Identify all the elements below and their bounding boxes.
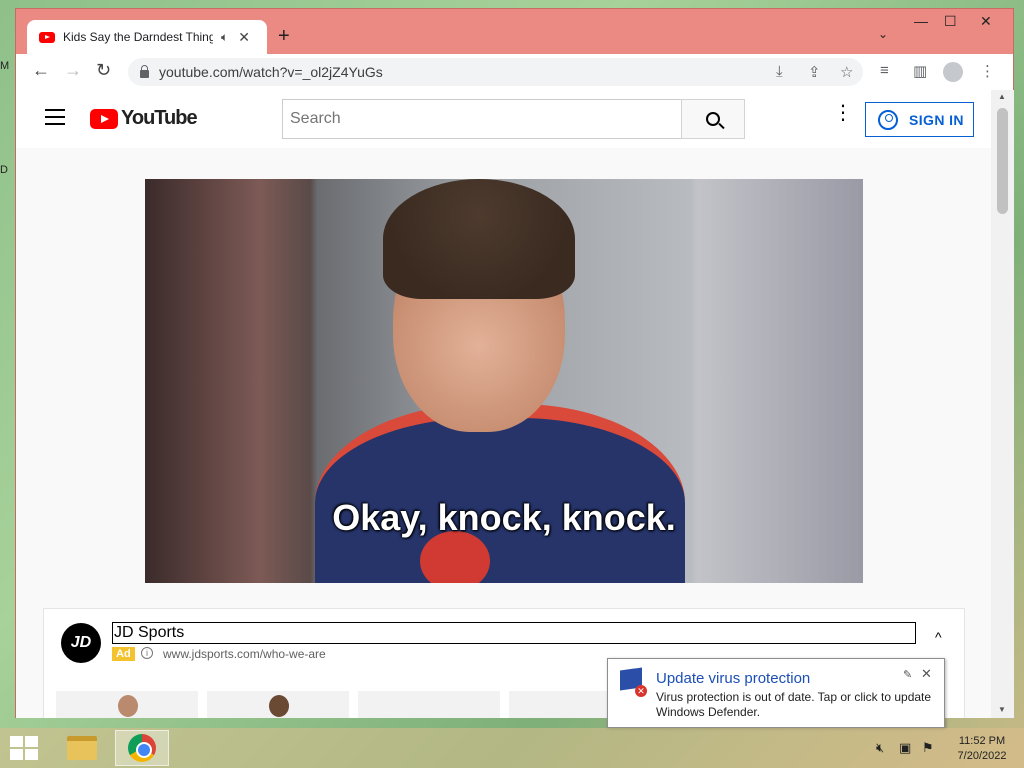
youtube-favicon-icon <box>39 31 55 43</box>
page-scrollbar[interactable]: ▲ ▼ <box>991 90 1014 718</box>
ad-product-thumbnail[interactable] <box>56 691 198 718</box>
browser-toolbar: ← → ↻ youtube.com/watch?v=_ol2jZ4YuGs ⤓ … <box>16 54 1013 90</box>
speaker-icon[interactable]: 🔈︎ <box>221 30 228 45</box>
new-tab-button[interactable]: + <box>278 25 290 48</box>
notification-body[interactable]: Virus protection is out of date. Tap or … <box>656 690 938 720</box>
scroll-down-arrow-icon[interactable]: ▼ <box>998 705 1006 714</box>
browser-tab[interactable]: Kids Say the Darndest Things 🔈︎ ✕ <box>27 20 267 54</box>
scrollbar-thumb[interactable] <box>997 108 1008 214</box>
reload-button[interactable]: ↻ <box>96 60 111 81</box>
sign-in-button[interactable]: SIGN IN <box>865 102 974 137</box>
search-input[interactable] <box>282 99 682 139</box>
file-explorer-button[interactable] <box>55 730 109 766</box>
back-button[interactable]: ← <box>32 60 50 81</box>
close-icon[interactable]: ✕ <box>921 666 932 682</box>
menu-icon[interactable]: ⋮ <box>980 62 995 80</box>
video-frame-hair <box>383 179 575 299</box>
chrome-icon <box>128 734 156 762</box>
tab-strip: Kids Say the Darndest Things 🔈︎ ✕ + ⌄ — … <box>16 9 1013 54</box>
ad-title[interactable]: JD Sports <box>112 622 916 644</box>
search-icon <box>706 112 720 126</box>
maximize-button[interactable]: ☐ <box>944 13 957 30</box>
chrome-taskbar-button[interactable] <box>115 730 169 766</box>
taskbar: 🔇︎ ▣ ⚑ 11:52 PM 7/20/2022 <box>0 728 1024 768</box>
network-icon[interactable]: ▣ <box>899 740 911 756</box>
youtube-header: YouTube ⋮ SIGN IN <box>16 90 991 148</box>
tab-search-chevron-icon[interactable]: ⌄ <box>878 27 888 41</box>
tab-title: Kids Say the Darndest Things <box>63 30 213 44</box>
ad-badge: Ad <box>112 647 135 661</box>
youtube-page: YouTube ⋮ SIGN IN Okay, knock, knock. JD… <box>16 90 991 718</box>
url-text[interactable]: youtube.com/watch?v=_ol2jZ4YuGs <box>159 64 383 80</box>
bookmark-star-icon[interactable]: ☆ <box>840 63 853 81</box>
folder-icon <box>67 736 97 760</box>
forward-button[interactable]: → <box>64 60 82 81</box>
youtube-logo-text: YouTube <box>121 107 198 129</box>
ad-product-thumbnail[interactable] <box>207 691 349 718</box>
close-window-button[interactable]: ✕ <box>980 13 992 30</box>
ad-product-thumbnail[interactable] <box>358 691 500 718</box>
volume-muted-icon[interactable]: 🔇︎ <box>876 740 884 756</box>
lock-icon[interactable] <box>140 65 149 78</box>
browser-window: Kids Say the Darndest Things 🔈︎ ✕ + ⌄ — … <box>15 8 1014 718</box>
video-player[interactable]: Okay, knock, knock. <box>145 179 863 583</box>
pin-icon[interactable]: ✎ <box>903 668 912 681</box>
advertiser-logo[interactable]: JD <box>61 623 101 663</box>
clock-time: 11:52 PM <box>958 735 1006 747</box>
video-caption: Okay, knock, knock. <box>332 497 676 538</box>
account-icon <box>878 109 898 130</box>
system-clock[interactable]: 11:52 PM 7/20/2022 <box>952 734 1012 764</box>
settings-kebab-icon[interactable]: ⋮ <box>833 103 853 123</box>
hamburger-menu-icon[interactable] <box>45 109 65 125</box>
tab-close-icon[interactable]: ✕ <box>238 29 250 46</box>
minimize-button[interactable]: — <box>914 13 928 29</box>
share-icon[interactable]: ⇪ <box>808 63 821 81</box>
install-icon[interactable]: ⤓ <box>776 63 783 80</box>
action-center-flag-icon[interactable]: ⚑ <box>922 740 934 756</box>
reading-list-icon[interactable]: ≡ <box>880 62 889 79</box>
address-bar[interactable]: youtube.com/watch?v=_ol2jZ4YuGs ⤓ ⇪ ☆ <box>128 58 863 86</box>
search-button[interactable] <box>681 99 745 139</box>
notification-title[interactable]: Update virus protection <box>656 670 810 687</box>
info-icon[interactable]: i <box>141 647 153 659</box>
scroll-up-arrow-icon[interactable]: ▲ <box>998 92 1006 101</box>
chevron-up-icon[interactable]: ^ <box>935 629 942 645</box>
youtube-logo[interactable]: YouTube <box>90 107 198 130</box>
profile-icon[interactable] <box>943 62 963 82</box>
defender-notification[interactable]: ✕ Update virus protection Virus protecti… <box>607 658 945 728</box>
clock-date: 7/20/2022 <box>957 750 1007 762</box>
youtube-play-icon <box>90 108 118 129</box>
ad-url[interactable]: www.jdsports.com/who-we-are <box>163 647 326 661</box>
start-button[interactable] <box>10 736 38 760</box>
sign-in-label: SIGN IN <box>909 111 964 128</box>
desktop-icon-label: M <box>0 60 10 72</box>
error-badge-icon: ✕ <box>635 685 647 697</box>
side-panel-icon[interactable]: ▥ <box>913 62 927 80</box>
video-frame-shirt <box>315 404 685 583</box>
desktop-icon-label: D <box>0 164 8 176</box>
